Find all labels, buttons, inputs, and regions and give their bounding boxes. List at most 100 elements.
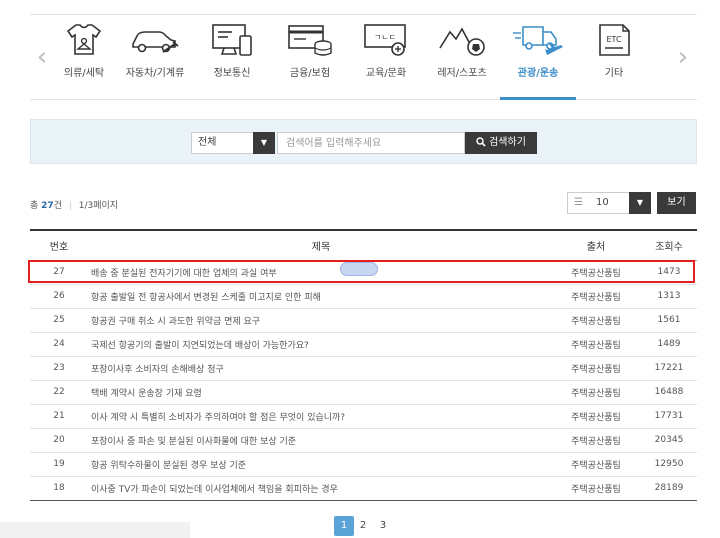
row-number: 22 (53, 387, 65, 397)
row-number: 21 (53, 411, 65, 421)
header-no: 번호 (49, 241, 69, 253)
row-title[interactable]: 포장이사 중 파손 및 분실된 이사화물에 대한 보상 기준 (88, 428, 551, 452)
chevron-down-icon[interactable]: ▼ (253, 132, 275, 154)
row-source: 주택공산품팀 (571, 484, 621, 495)
transport-icon (513, 26, 563, 55)
row-source: 주택공산품팀 (571, 340, 621, 351)
chevron-down-icon[interactable]: ▼ (629, 192, 651, 214)
list-icon: ☰ (574, 197, 583, 208)
row-title[interactable]: 항공 출발일 전 항공사에서 변경된 스케줄 미고지로 인한 피해 (88, 284, 551, 308)
header-views: 조회수 (655, 241, 683, 253)
total-suffix: 건 (53, 201, 62, 211)
search-panel: 전체 ▼ 검색하기 (30, 119, 697, 164)
row-views: 17221 (654, 363, 684, 373)
row-views: 1473 (657, 267, 681, 277)
search-input[interactable] (277, 132, 465, 154)
row-number: 26 (53, 291, 65, 301)
sports-icon (439, 27, 485, 56)
search-scope-select[interactable]: 전체 ▼ (191, 132, 275, 154)
result-summary: 총 27건 | 1/3페이지 (30, 198, 118, 211)
row-source: 주택공산품팀 (571, 292, 621, 303)
car-icon (132, 31, 179, 53)
table-row[interactable]: 23 포장이사후 소비자의 손해배상 청구 주택공산품팀 17221 (30, 356, 697, 380)
category-label: 교육/문화 (365, 68, 407, 79)
row-views: 16488 (654, 387, 684, 397)
computer-icon (212, 24, 252, 56)
sticker-badge (340, 262, 378, 276)
education-icon: ㄱㄴㄷ (364, 24, 406, 56)
row-source: 주택공산품팀 (571, 316, 621, 327)
row-title[interactable]: 항공권 구매 취소 시 과도한 위약금 면제 요구 (88, 308, 551, 332)
category-education[interactable]: ㄱㄴㄷ 교육/문화 (348, 22, 424, 100)
row-title[interactable]: 이사 계약 시 특별히 소비자가 주의하여야 할 점은 무엇이 있습니까? (88, 404, 551, 428)
row-number: 18 (53, 483, 65, 493)
category-finance[interactable]: 금융/보험 (272, 22, 348, 100)
total-prefix: 총 (30, 201, 39, 211)
row-source: 주택공산품팀 (571, 364, 621, 375)
total-count: 27 (41, 201, 54, 211)
row-views: 1489 (657, 339, 681, 349)
table-row[interactable]: 20 포장이사 중 파손 및 분실된 이사화물에 대한 보상 기준 주택공산품팀 20… (30, 428, 697, 452)
row-title[interactable]: 포장이사후 소비자의 손해배상 청구 (88, 356, 551, 380)
table-row[interactable]: 19 항공 위탁수하물이 분실된 경우 보상 기준 주택공산품팀 12950 (30, 452, 697, 476)
page-link[interactable]: 3 (373, 516, 393, 536)
row-views: 1561 (657, 315, 681, 325)
page-size-select[interactable]: ☰ 10 ▼ (567, 192, 651, 214)
table-row[interactable]: 18 이사중 TV가 파손이 되었는데 이사업체에서 책임을 회피하는 경우 주택공… (30, 476, 697, 500)
next-arrow-icon[interactable]: › (674, 42, 692, 72)
row-views: 12950 (654, 459, 684, 469)
row-title[interactable]: 배송 중 분실된 전자기기에 대한 업체의 과실 여부 (88, 260, 551, 284)
row-source: 주택공산품팀 (571, 268, 621, 279)
etc-icon: ETC (599, 24, 630, 56)
row-number: 20 (53, 435, 65, 445)
row-views: 28189 (654, 483, 684, 493)
header-title: 제목 (311, 241, 331, 253)
finance-icon (288, 25, 332, 56)
category-clothing[interactable]: 의류/세탁 (46, 22, 122, 100)
footer-strip (0, 522, 190, 538)
category-telecom[interactable]: 정보통신 (194, 22, 270, 100)
category-label: 금융/보험 (289, 68, 331, 79)
page-info: 1/3페이지 (78, 201, 119, 211)
row-source: 주택공산품팀 (571, 436, 621, 447)
row-views: 1313 (657, 291, 681, 301)
table-row[interactable]: 22 택배 계약시 운송장 기재 요령 주택공산품팀 16488 (30, 380, 697, 404)
table-row[interactable]: 21 이사 계약 시 특별히 소비자가 주의하여야 할 점은 무엇이 있습니까? 주… (30, 404, 697, 428)
row-source: 주택공산품팀 (571, 388, 621, 399)
table-row[interactable]: 26 항공 출발일 전 항공사에서 변경된 스케줄 미고지로 인한 피해 주택공산품… (30, 284, 697, 308)
row-source: 주택공산품팀 (571, 412, 621, 423)
category-sports[interactable]: 레저/스포츠 (424, 22, 500, 100)
category-label: 의류/세탁 (63, 68, 105, 79)
table-header: 번호 제목 출처 조회수 (30, 230, 697, 260)
search-icon (476, 137, 486, 147)
row-title[interactable]: 택배 계약시 운송장 기재 요령 (88, 380, 551, 404)
page-link[interactable]: 1 (334, 516, 354, 536)
search-button[interactable]: 검색하기 (465, 132, 537, 154)
summary-divider: | (68, 201, 72, 211)
category-label: 자동차/기계류 (125, 68, 185, 79)
row-number: 24 (53, 339, 65, 349)
row-views: 17731 (654, 411, 684, 421)
search-button-label: 검색하기 (489, 137, 526, 148)
table-row[interactable]: 24 국제선 항공기의 출발이 지연되었는데 배상이 가능한가요? 주택공산품팀 14… (30, 332, 697, 356)
row-source: 주택공산품팀 (571, 460, 621, 471)
etc-icon-text: ETC (606, 35, 621, 44)
row-number: 19 (53, 459, 65, 469)
page-size-value: 10 (596, 197, 609, 208)
row-views: 20345 (654, 435, 684, 445)
page-link[interactable]: 2 (353, 516, 373, 536)
view-button[interactable]: 보기 (657, 192, 696, 214)
category-car[interactable]: 자동차/기계류 (117, 22, 193, 100)
table-row[interactable]: 25 항공권 구매 취소 시 과도한 위약금 면제 요구 주택공산품팀 1561 (30, 308, 697, 332)
search-scope-value: 전체 (198, 137, 217, 148)
category-transport[interactable]: 관광/운송 (500, 22, 576, 100)
row-title[interactable]: 항공 위탁수하물이 분실된 경우 보상 기준 (88, 452, 551, 476)
education-icon-text: ㄱㄴㄷ (374, 33, 396, 42)
row-title[interactable]: 국제선 항공기의 출발이 지연되었는데 배상이 가능한가요? (88, 332, 551, 356)
row-title[interactable]: 이사중 TV가 파손이 되었는데 이사업체에서 책임을 회피하는 경우 (88, 476, 551, 500)
clothing-icon (66, 24, 102, 55)
category-label: 정보통신 (213, 68, 251, 79)
row-number: 23 (53, 363, 65, 373)
category-label: 기타 (604, 68, 624, 79)
category-etc[interactable]: ETC 기타 (576, 22, 652, 100)
